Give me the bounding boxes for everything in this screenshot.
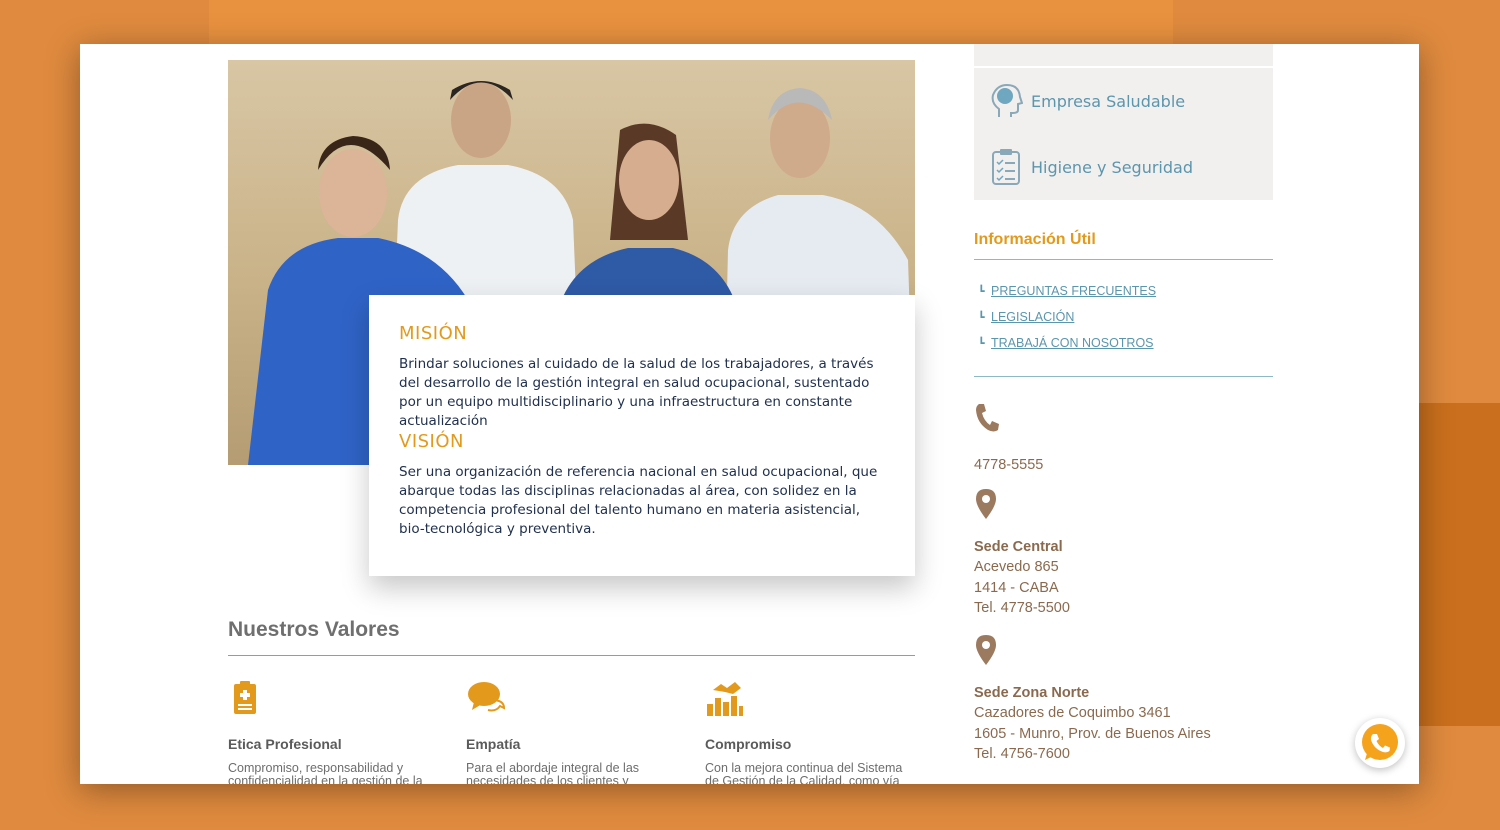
- sede-central-name: Sede Central: [974, 538, 1063, 555]
- sede-norte-address: Cazadores de Coquimbo 3461: [974, 705, 1171, 721]
- link-corner-icon: ┗: [978, 310, 985, 324]
- phone-block: 4778-5555: [974, 402, 1043, 475]
- background-block-right: [1419, 403, 1500, 726]
- location-pin-icon: [974, 634, 1211, 673]
- value-desc: Con la mejora continua del Sistema de Ge…: [705, 761, 903, 785]
- values-divider: [228, 655, 915, 656]
- value-item-compromiso: Compromiso Con la mejora continua del Si…: [705, 680, 915, 784]
- sede-central-block: Sede Central Acevedo 865 1414 - CABA Tel…: [974, 488, 1070, 619]
- sede-norte-tel[interactable]: Tel. 4756-7600: [974, 744, 1211, 765]
- value-name: Empatía: [466, 736, 521, 752]
- value-name: Etica Profesional: [228, 736, 342, 752]
- mision-title: MISIÓN: [399, 323, 468, 344]
- sede-central-tel[interactable]: Tel. 4778-5500: [974, 598, 1070, 619]
- value-name: Compromiso: [705, 736, 792, 752]
- whatsapp-icon: [1362, 724, 1398, 760]
- service-label: Higiene y Seguridad: [1031, 157, 1193, 177]
- link-corner-icon: ┗: [978, 336, 985, 350]
- sede-central-city: 1414 - CABA: [974, 579, 1059, 596]
- vision-text: Ser una organización de referencia nacio…: [399, 464, 878, 537]
- mision-text: Brindar soluciones al cuidado de la salu…: [399, 356, 874, 429]
- link-text[interactable]: PREGUNTAS FRECUENTES: [991, 284, 1156, 298]
- value-item-empatia: Empatía Para el abordaje integral de las…: [466, 680, 676, 784]
- phone-icon: [974, 402, 1043, 441]
- link-legislacion[interactable]: ┗ LEGISLACIÓN: [978, 310, 1074, 324]
- service-item-empresa-saludable[interactable]: Empresa Saludable: [974, 68, 1273, 134]
- link-corner-icon: ┗: [978, 284, 985, 298]
- info-divider-bottom: [974, 376, 1273, 377]
- sede-norte-name: Sede Zona Norte: [974, 684, 1090, 701]
- speech-bubbles-icon: [466, 680, 676, 718]
- sede-central-address: Acevedo 865: [974, 559, 1059, 575]
- link-text[interactable]: TRABAJÁ CON NOSOTROS: [991, 336, 1154, 350]
- phone-number[interactable]: 4778-5555: [974, 455, 1043, 476]
- service-item-higiene-seguridad[interactable]: Higiene y Seguridad: [974, 134, 1273, 200]
- link-trabaja-con-nosotros[interactable]: ┗ TRABAJÁ CON NOSOTROS: [978, 336, 1154, 350]
- values-title: Nuestros Valores: [228, 618, 400, 641]
- service-icon: [986, 44, 1026, 48]
- sede-norte-block: Sede Zona Norte Cazadores de Coquimbo 34…: [974, 634, 1211, 765]
- mision-vision-card: MISIÓN Brindar soluciones al cuidado de …: [369, 295, 915, 576]
- location-pin-icon: [974, 488, 1070, 527]
- info-title: Información Útil: [974, 231, 1096, 248]
- whatsapp-button[interactable]: [1355, 718, 1405, 768]
- value-desc: Para el abordaje integral de las necesid…: [466, 761, 640, 785]
- link-text[interactable]: LEGISLACIÓN: [991, 310, 1074, 324]
- vision-title: VISIÓN: [399, 431, 464, 452]
- link-preguntas-frecuentes[interactable]: ┗ PREGUNTAS FRECUENTES: [978, 284, 1156, 298]
- handshake-chart-icon: [705, 680, 915, 718]
- clipboard-plus-icon: [228, 680, 438, 718]
- value-item-etica: Etica Profesional Compromiso, responsabi…: [228, 680, 438, 784]
- sede-norte-city: 1605 - Munro, Prov. de Buenos Aires: [974, 725, 1211, 742]
- head-brain-icon: [986, 83, 1026, 119]
- page-container: MISIÓN Brindar soluciones al cuidado de …: [80, 44, 1419, 784]
- service-item-partial[interactable]: [974, 44, 1273, 66]
- checklist-clipboard-icon: [986, 148, 1026, 186]
- background-block-top: [209, 0, 1173, 44]
- service-label: Empresa Saludable: [1031, 91, 1186, 111]
- value-desc: Compromiso, responsabilidad y confidenci…: [228, 761, 423, 785]
- info-divider-top: [974, 259, 1273, 260]
